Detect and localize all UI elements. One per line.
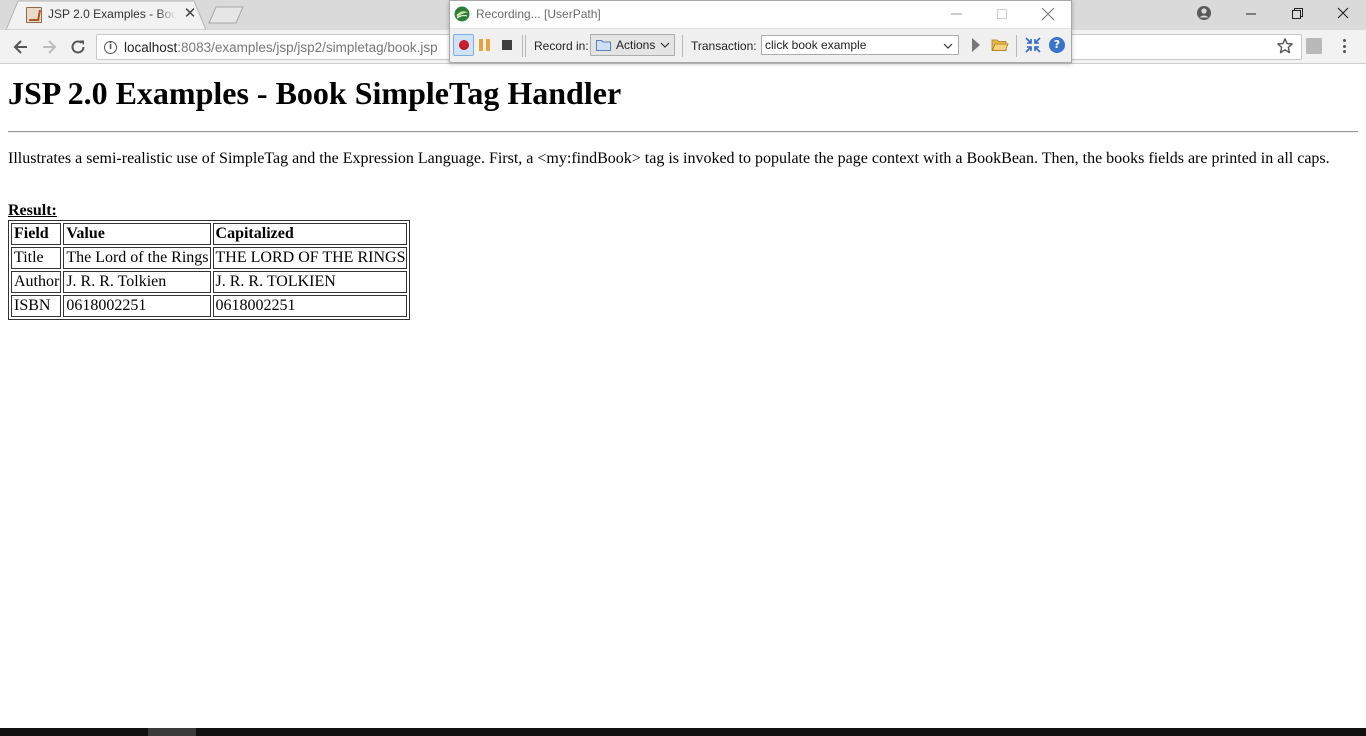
pdf-extension-icon[interactable] bbox=[1306, 38, 1322, 54]
next-transaction-icon[interactable] bbox=[970, 37, 982, 53]
pause-button[interactable] bbox=[479, 39, 491, 51]
column-header: Field bbox=[11, 223, 62, 245]
recording-title: Recording... [UserPath] bbox=[476, 7, 601, 21]
profile-icon[interactable] bbox=[1196, 5, 1212, 21]
collapse-arrows-icon[interactable] bbox=[1024, 36, 1042, 54]
recorder-minimize-button[interactable] bbox=[948, 1, 966, 27]
column-header: Value bbox=[63, 223, 211, 245]
pause-icon bbox=[479, 39, 483, 51]
bookmark-star-icon[interactable] bbox=[1276, 37, 1294, 55]
minimize-button[interactable] bbox=[1228, 0, 1274, 28]
chevron-down-icon[interactable] bbox=[943, 42, 953, 50]
folder-icon bbox=[596, 40, 611, 51]
toolbar-separator bbox=[525, 35, 526, 57]
table-cell: The Lord of the Rings bbox=[63, 247, 211, 269]
pause-icon bbox=[486, 39, 490, 51]
table-cell: THE LORD OF THE RINGS bbox=[212, 247, 408, 269]
table-row: ISBN 0618002251 0618002251 bbox=[11, 295, 408, 317]
info-icon[interactable]: i bbox=[104, 41, 117, 54]
url-host: localhost bbox=[124, 40, 178, 55]
tab-title: JSP 2.0 Examples - Book SimpleTag Handle… bbox=[48, 7, 176, 21]
chevron-down-icon bbox=[660, 42, 670, 48]
tab-close-icon[interactable]: ✕ bbox=[182, 6, 198, 22]
intro-paragraph: Illustrates a semi-realistic use of Simp… bbox=[8, 150, 1330, 167]
page-content: JSP 2.0 Examples - Book SimpleTag Handle… bbox=[0, 65, 1366, 728]
table-cell: 0618002251 bbox=[212, 295, 408, 317]
recorder-maximize-button[interactable] bbox=[994, 1, 1010, 27]
column-header: Capitalized bbox=[212, 223, 408, 245]
help-icon[interactable]: ? bbox=[1049, 37, 1065, 53]
transaction-label: Transaction: bbox=[691, 39, 757, 53]
toolbar-separator bbox=[682, 35, 683, 57]
recording-titlebar[interactable]: Recording... [UserPath] bbox=[450, 1, 1071, 28]
new-tab-button[interactable] bbox=[208, 6, 244, 24]
table-cell: 0618002251 bbox=[63, 295, 211, 317]
record-icon bbox=[459, 40, 469, 50]
table-header-row: Field Value Capitalized bbox=[11, 223, 408, 245]
table-cell: J. R. R. Tolkien bbox=[63, 271, 211, 293]
table-row: Title The Lord of the Rings THE LORD OF … bbox=[11, 247, 408, 269]
stop-button[interactable] bbox=[502, 40, 512, 50]
table-cell: ISBN bbox=[11, 295, 62, 317]
taskbar-active-item[interactable] bbox=[148, 728, 196, 736]
taskbar bbox=[0, 728, 1366, 736]
recording-toolbar: Record in: Actions Transaction: click bo… bbox=[450, 28, 1071, 62]
url-path: :8083/examples/jsp/jsp2/simpletag/book.j… bbox=[177, 40, 438, 55]
recorder-close-button[interactable] bbox=[1040, 1, 1056, 27]
neoload-logo-icon bbox=[454, 6, 470, 22]
transaction-value: click book example bbox=[765, 38, 867, 52]
reload-icon[interactable] bbox=[68, 37, 88, 57]
record-in-dropdown[interactable]: Actions bbox=[590, 34, 675, 56]
record-in-label: Record in: bbox=[534, 39, 589, 53]
table-cell: Title bbox=[11, 247, 62, 269]
three-dots-menu-icon[interactable] bbox=[1339, 38, 1349, 54]
close-window-button[interactable] bbox=[1320, 0, 1366, 28]
tab-favicon-icon bbox=[26, 7, 42, 23]
table-row: Author J. R. R. Tolkien J. R. R. TOLKIEN bbox=[11, 271, 408, 293]
restore-button[interactable] bbox=[1274, 0, 1320, 28]
page-title: JSP 2.0 Examples - Book SimpleTag Handle… bbox=[8, 75, 622, 111]
url-text[interactable]: localhost:8083/examples/jsp/jsp2/simplet… bbox=[124, 40, 438, 55]
table-cell: Author bbox=[11, 271, 62, 293]
record-in-value: Actions bbox=[616, 38, 656, 52]
toolbar-separator bbox=[522, 35, 523, 57]
result-label: Result: bbox=[8, 202, 57, 219]
result-table: Field Value Capitalized Title The Lord o… bbox=[8, 220, 411, 320]
horizontal-rule bbox=[8, 131, 1358, 133]
open-folder-icon[interactable] bbox=[991, 37, 1009, 53]
forward-arrow-icon[interactable] bbox=[39, 37, 59, 57]
tab-active[interactable]: JSP 2.0 Examples - Book SimpleTag Handle… bbox=[6, 0, 206, 30]
table-cell: J. R. R. TOLKIEN bbox=[212, 271, 408, 293]
transaction-combobox[interactable]: click book example bbox=[761, 35, 959, 55]
toolbar-separator bbox=[1016, 35, 1017, 57]
recording-window: Recording... [UserPath] Record in: Actio… bbox=[449, 0, 1072, 63]
record-button[interactable] bbox=[453, 34, 474, 56]
back-arrow-icon[interactable] bbox=[11, 37, 31, 57]
